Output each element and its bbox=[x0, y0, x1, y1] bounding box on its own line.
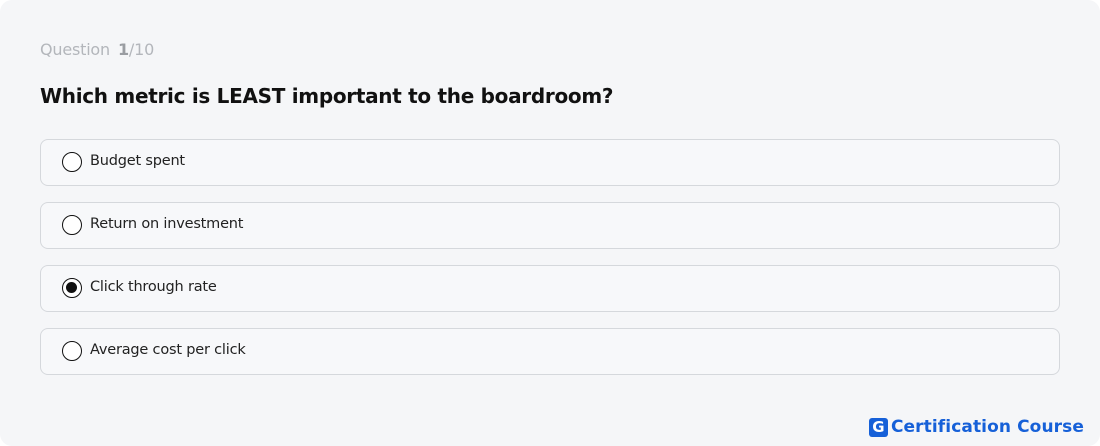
brand-name: Certification Course bbox=[890, 417, 1084, 437]
radio-button[interactable] bbox=[62, 278, 82, 298]
answer-option-label: Average cost per click bbox=[90, 342, 246, 358]
answer-option-budget-spent[interactable]: Budget spent bbox=[40, 139, 1060, 186]
radio-button[interactable] bbox=[62, 341, 82, 361]
answer-option-return-on-investment[interactable]: Return on investment bbox=[40, 202, 1060, 249]
answer-options: Budget spent Return on investment Click … bbox=[40, 139, 1060, 391]
radio-button[interactable] bbox=[62, 215, 82, 235]
question-counter: Question 1/10 bbox=[40, 40, 154, 59]
radio-button[interactable] bbox=[62, 152, 82, 172]
brand-logo: G Certification Course bbox=[868, 417, 1084, 437]
quiz-card: Question 1/10 Which metric is LEAST impor… bbox=[0, 0, 1100, 446]
question-counter-total: /10 bbox=[128, 40, 155, 59]
brand-logo-icon: G bbox=[868, 417, 888, 437]
answer-option-click-through-rate[interactable]: Click through rate bbox=[40, 265, 1060, 312]
question-counter-label: Question bbox=[40, 40, 110, 59]
question-text: Which metric is LEAST important to the b… bbox=[40, 84, 614, 108]
question-counter-current: 1 bbox=[117, 40, 129, 59]
answer-option-average-cost-per-click[interactable]: Average cost per click bbox=[40, 328, 1060, 375]
answer-option-label: Return on investment bbox=[90, 216, 244, 232]
answer-option-label: Click through rate bbox=[90, 279, 217, 295]
answer-option-label: Budget spent bbox=[90, 153, 185, 169]
